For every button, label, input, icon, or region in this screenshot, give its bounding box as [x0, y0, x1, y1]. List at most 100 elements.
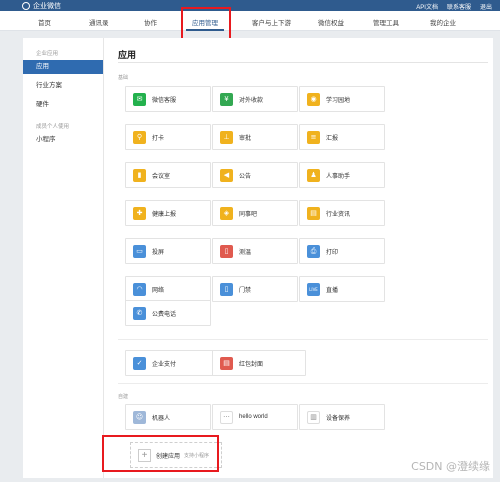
wifi-icon: ◠	[133, 282, 146, 296]
section-base-label: 基础	[118, 75, 129, 81]
live-icon: LIVE	[307, 282, 320, 296]
sidebar-item-industry[interactable]: 行业方案	[23, 79, 103, 93]
printer-icon: ⎙	[307, 244, 320, 258]
app-card-label: 机器人	[152, 415, 171, 422]
app-card[interactable]: ✆ 公费电话	[125, 300, 211, 326]
app-card[interactable]: ◠ 网络	[125, 276, 211, 302]
custom-app-card[interactable]: ☺ 机器人	[125, 404, 211, 430]
app-card-label: 汇报	[326, 135, 339, 142]
app-card[interactable]: ◀ 公告	[212, 162, 298, 188]
main-panel: 企业应用 应用 行业方案 硬件 成员个人使用 小程序 应用 基础 ✉ 微信客服 ¥ 对…	[23, 38, 493, 478]
app-card[interactable]: ▤ 行业资讯	[299, 200, 385, 226]
app-card-label: 企业支付	[152, 361, 177, 368]
app-card-label: 设备保养	[326, 415, 351, 422]
app-card-label: 会议室	[152, 173, 171, 180]
sidebar-item-hardware[interactable]: 硬件	[23, 98, 103, 112]
tab-my-company[interactable]: 我的企业	[430, 17, 456, 27]
sidebar-group-personal: 成员个人使用	[36, 124, 70, 130]
app-card[interactable]: ▤ 红包封面	[212, 350, 306, 376]
thermometer-icon: ▯	[220, 244, 233, 258]
app-card-label: 网络	[152, 287, 165, 294]
app-card[interactable]: ◉ 学习园地	[299, 86, 385, 112]
barcode-icon: ▥	[307, 410, 320, 424]
app-card[interactable]: ▯ 门禁	[212, 276, 298, 302]
phone-icon: ✆	[133, 306, 146, 320]
app-card[interactable]: ✓ 企业支付	[125, 350, 219, 376]
section-divider	[118, 383, 488, 384]
main-nav: 首页 通讯录 协作 应用管理 客户与上下游 微信权益 管理工具 我的企业	[0, 11, 500, 31]
location-icon: ⚲	[133, 130, 146, 144]
app-card-label: hello world	[239, 414, 268, 420]
cast-icon: ▭	[133, 244, 146, 258]
app-card-label: 学习园地	[326, 97, 351, 104]
app-card[interactable]: ⚲ 打卡	[125, 124, 211, 150]
tab-customers[interactable]: 客户与上下游	[252, 17, 291, 27]
watermark: CSDN @澄续缘	[411, 460, 490, 473]
contact-support-link[interactable]: 联系客服	[447, 2, 471, 11]
app-card[interactable]: ▮ 会议室	[125, 162, 211, 188]
app-card-label: 直播	[326, 287, 339, 294]
app-card[interactable]: ⎙ 打印	[299, 238, 385, 264]
app-card-label: 投屏	[152, 249, 165, 256]
app-card[interactable]: ✚ 健康上报	[125, 200, 211, 226]
content-area: 应用 基础 ✉ 微信客服 ¥ 对外收款 ◉ 学习园地 ⚲ 打卡 ⊥ 审批 ≡ 汇报 ▮ 会议室 ◀ 公告 ♟ 人事…	[105, 38, 493, 478]
custom-app-card[interactable]: ··· hello world	[212, 404, 298, 430]
app-card[interactable]: ✉ 微信客服	[125, 86, 211, 112]
door-icon: ▮	[133, 168, 146, 182]
app-card-label: 公告	[239, 173, 252, 180]
payment-icon: ¥	[220, 92, 233, 106]
dots-icon: ···	[220, 410, 233, 424]
access-icon: ▯	[220, 282, 233, 296]
app-card-label: 审批	[239, 135, 252, 142]
app-card[interactable]: ▯ 测温	[212, 238, 298, 264]
tab-wechat-benefits[interactable]: 微信权益	[318, 17, 344, 27]
app-card-label: 同事吧	[239, 211, 258, 218]
app-card[interactable]: ≡ 汇报	[299, 124, 385, 150]
section-custom-label: 自建	[118, 394, 129, 400]
enterprise-pay-icon: ✓	[133, 356, 146, 370]
news-icon: ▤	[307, 206, 320, 220]
megaphone-icon: ◀	[220, 168, 233, 182]
app-card-label: 测温	[239, 249, 252, 256]
app-card-label: 打印	[326, 249, 339, 256]
page-title: 应用	[118, 50, 137, 60]
report-icon: ≡	[307, 130, 320, 144]
health-icon: ✚	[133, 206, 146, 220]
highlight-box-create	[102, 435, 219, 472]
app-card[interactable]: ⊥ 审批	[212, 124, 298, 150]
app-card-label: 微信客服	[152, 97, 177, 104]
custom-app-card[interactable]: ▥ 设备保养	[299, 404, 385, 430]
app-card[interactable]: ▭ 投屏	[125, 238, 211, 264]
community-icon: ◈	[220, 206, 233, 220]
app-logo[interactable]: 企业微信	[22, 1, 61, 11]
app-card-label: 门禁	[239, 287, 252, 294]
app-card-label: 公费电话	[152, 311, 177, 318]
logo-icon	[22, 2, 30, 10]
app-card[interactable]: ♟ 人事助手	[299, 162, 385, 188]
title-divider	[118, 62, 488, 63]
tab-collaboration[interactable]: 协作	[144, 17, 157, 27]
app-card[interactable]: LIVE 直播	[299, 276, 385, 302]
redpacket-icon: ▤	[220, 356, 233, 370]
tab-management-tools[interactable]: 管理工具	[373, 17, 399, 27]
app-card-label: 人事助手	[326, 173, 351, 180]
robot-icon: ☺	[133, 410, 146, 424]
sidebar-item-miniprogram[interactable]: 小程序	[23, 133, 103, 147]
sidebar-group-enterprise: 企业应用	[36, 51, 59, 57]
stamp-icon: ⊥	[220, 130, 233, 144]
app-card-label: 行业资讯	[326, 211, 351, 218]
app-title: 企业微信	[33, 3, 61, 10]
app-card-label: 打卡	[152, 135, 165, 142]
app-card[interactable]: ¥ 对外收款	[212, 86, 298, 112]
app-card-label: 红包封面	[239, 361, 264, 368]
api-docs-link[interactable]: API文档	[416, 2, 438, 11]
app-card-label: 对外收款	[239, 97, 264, 104]
app-card[interactable]: ◈ 同事吧	[212, 200, 298, 226]
logout-link[interactable]: 退出	[480, 2, 492, 11]
tab-home[interactable]: 首页	[38, 17, 51, 27]
top-links: API文档 联系客服 退出	[416, 2, 492, 11]
app-card-label: 健康上报	[152, 211, 177, 218]
person-icon: ♟	[307, 168, 320, 182]
sidebar-item-apps[interactable]: 应用	[23, 60, 103, 74]
tab-contacts[interactable]: 通讯录	[89, 17, 109, 27]
